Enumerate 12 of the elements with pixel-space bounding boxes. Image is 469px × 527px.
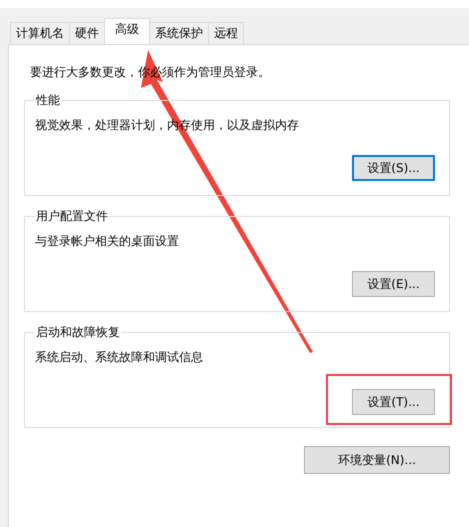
group-description: 系统启动、系统故障和调试信息 (35, 349, 204, 366)
settings-button[interactable]: 设置(E)... (352, 271, 435, 297)
group-description: 与登录帐户相关的桌面设置 (35, 233, 180, 250)
environment-variables-button[interactable]: 环境变量(N)... (304, 446, 450, 474)
tab[interactable]: 高级 (104, 18, 150, 44)
group-title: 启动和故障恢复 (35, 324, 121, 341)
settings-button[interactable]: 设置(S)... (352, 155, 435, 181)
tab[interactable]: 远程 (208, 22, 244, 44)
tab[interactable]: 计算机名 (10, 22, 70, 44)
settings-button[interactable]: 设置(T)... (352, 389, 435, 415)
group-title: 性能 (35, 92, 61, 109)
group-title: 用户配置文件 (35, 208, 109, 225)
